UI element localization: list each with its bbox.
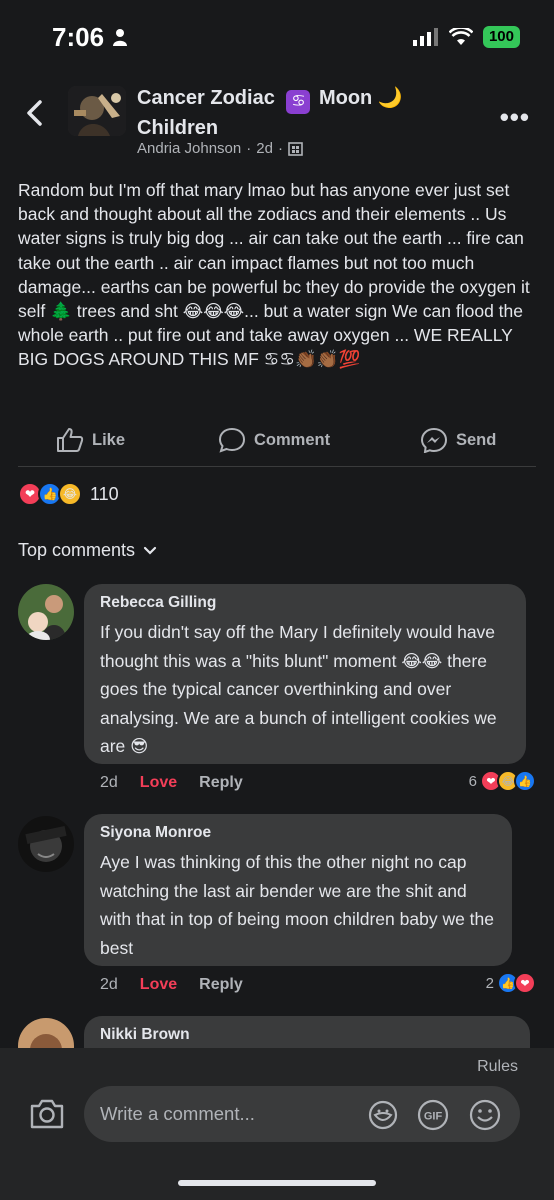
post-title[interactable]: Cancer Zodiac ♋ Moon 🌙 Children xyxy=(137,84,437,142)
meta-separator-2: · xyxy=(277,140,283,157)
group-avatar[interactable] xyxy=(68,86,126,136)
back-arrow-icon[interactable] xyxy=(22,98,48,128)
status-time: 7:06 xyxy=(52,22,105,52)
emoji-icon[interactable] xyxy=(468,1098,502,1132)
commenter-avatar[interactable] xyxy=(18,1018,74,1048)
reaction-count: 110 xyxy=(90,483,119,504)
commenter-name[interactable]: Siyona Monroe xyxy=(100,824,498,842)
comment-text: If you didn't say off the Mary I definit… xyxy=(100,622,497,756)
status-bar: 7:06 100 xyxy=(0,0,554,70)
comment-react-count: 2 xyxy=(485,974,494,992)
comment-composer: Rules Write a comment... GIF xyxy=(0,1048,554,1200)
wifi-icon xyxy=(448,28,473,45)
like-icon xyxy=(57,428,84,452)
status-indicators: 100 xyxy=(412,26,520,48)
like-label: Like xyxy=(92,430,126,449)
comment-item: Nikki Brown xyxy=(0,1016,554,1048)
home-indicator xyxy=(178,1180,376,1186)
comment-text: Aye I was thinking of this the other nig… xyxy=(100,852,494,958)
love-reaction-icon: ❤ xyxy=(514,972,536,994)
signal-icon xyxy=(412,28,438,46)
svg-text:GIF: GIF xyxy=(424,1111,443,1123)
top-comments-filter[interactable]: Top comments xyxy=(18,540,157,561)
comment-actions: 2d Love Reply xyxy=(100,976,243,994)
comment-input[interactable]: Write a comment... GIF xyxy=(84,1086,520,1142)
comment-placeholder: Write a comment... xyxy=(100,1103,255,1124)
cancer-sign-icon: ♋ xyxy=(286,90,311,114)
post-time[interactable]: 2d xyxy=(256,140,273,157)
post-meta: Andria Johnson · 2d · xyxy=(137,140,303,157)
comment-bubble[interactable]: Siyona Monroe Aye I was thinking of this… xyxy=(84,814,512,966)
post-action-row: Like Comment Send xyxy=(0,420,554,460)
author-name[interactable]: Andria Johnson xyxy=(137,140,241,157)
send-button[interactable]: Send xyxy=(420,427,496,453)
haha-reaction-icon: 😂 xyxy=(58,482,82,506)
comment-bubble[interactable]: Rebecca Gilling If you didn't say off th… xyxy=(84,584,526,764)
divider xyxy=(18,466,536,467)
camera-icon[interactable] xyxy=(28,1096,66,1132)
reply-button[interactable]: Reply xyxy=(199,774,243,792)
commenter-avatar[interactable] xyxy=(18,816,74,872)
comment-reactions[interactable]: 2 👍 ❤ xyxy=(486,972,536,994)
comment-icon xyxy=(218,427,246,453)
meta-separator: · xyxy=(246,140,252,157)
rules-link[interactable]: Rules xyxy=(477,1058,518,1076)
moon-icon: 🌙 xyxy=(377,87,403,109)
commenter-name[interactable]: Nikki Brown xyxy=(100,1026,516,1044)
commenter-name[interactable]: Rebecca Gilling xyxy=(100,594,512,612)
comment-button[interactable]: Comment xyxy=(218,427,330,453)
person-icon xyxy=(113,29,127,46)
comment-time: 2d xyxy=(100,774,118,791)
send-label: Send xyxy=(456,430,497,449)
like-button[interactable]: Like xyxy=(56,427,125,453)
title-line-2: Children xyxy=(137,117,219,139)
comment-reactions[interactable]: 6 ❤ 😂 👍 xyxy=(469,770,536,792)
messenger-icon xyxy=(420,427,448,453)
battery-indicator: 100 xyxy=(482,26,520,48)
comment-bubble[interactable]: Nikki Brown xyxy=(84,1016,530,1048)
love-button[interactable]: Love xyxy=(140,774,177,792)
title-text-2: Moon xyxy=(318,87,373,109)
love-button[interactable]: Love xyxy=(140,976,177,994)
sticker-icon[interactable] xyxy=(366,1098,400,1132)
commenter-avatar[interactable] xyxy=(18,584,74,640)
comment-label: Comment xyxy=(254,430,331,449)
comment-actions: 2d Love Reply xyxy=(100,774,243,792)
reply-button[interactable]: Reply xyxy=(199,976,243,994)
comment-time: 2d xyxy=(100,976,118,993)
more-icon[interactable]: ••• xyxy=(500,102,530,133)
post-header: Cancer Zodiac ♋ Moon 🌙 Children Andria J… xyxy=(0,80,554,165)
gif-icon[interactable]: GIF xyxy=(416,1098,450,1132)
like-reaction-icon: 👍 xyxy=(514,770,536,792)
comment-react-count: 6 xyxy=(468,772,477,790)
chevron-down-icon xyxy=(143,546,157,555)
title-text: Cancer Zodiac xyxy=(137,87,275,109)
top-comments-label: Top comments xyxy=(18,540,136,560)
post-body: Random but I'm off that mary lmao but ha… xyxy=(18,180,530,370)
group-privacy-icon xyxy=(288,142,303,156)
reactions-summary[interactable]: ❤ 👍 😂 110 xyxy=(18,482,119,506)
